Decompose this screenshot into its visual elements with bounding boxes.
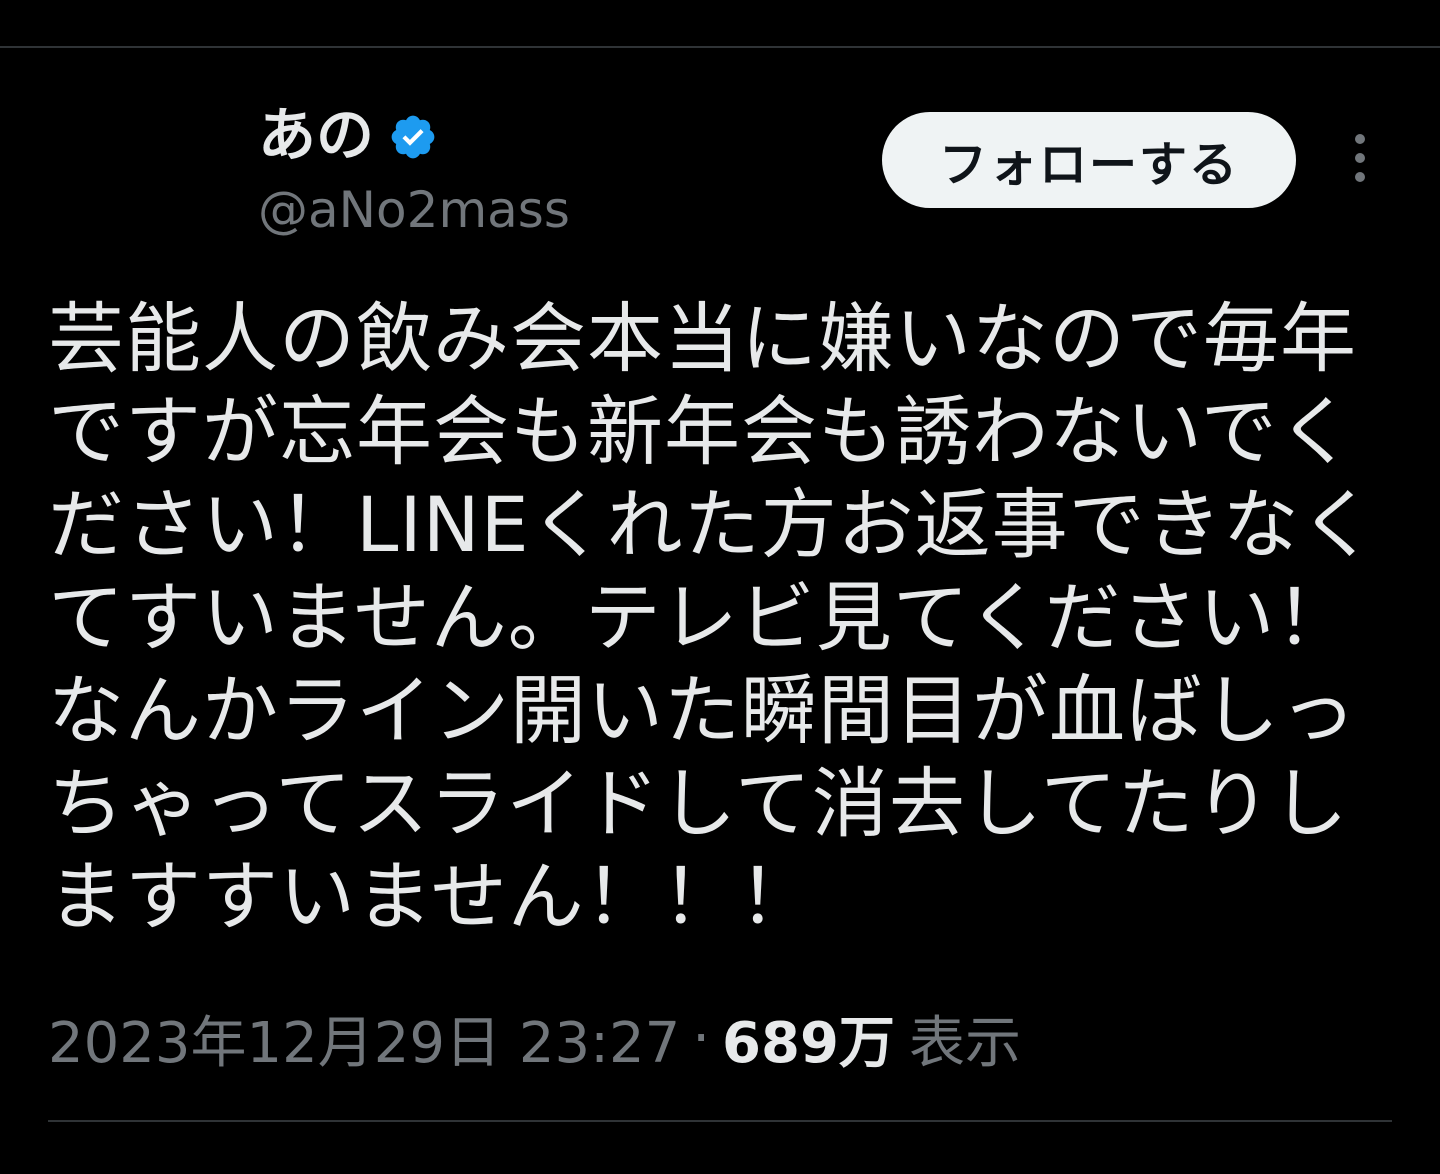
- tweet-timestamp[interactable]: 2023年12月29日 23:27: [48, 998, 680, 1079]
- meta-separator: ·: [692, 1005, 711, 1071]
- top-divider: [0, 46, 1440, 48]
- tweet-text: 芸能人の飲み会本当に嫌いなので毎年ですが忘年会も新年会も誘わないでください！LI…: [48, 294, 1377, 941]
- more-vertical-icon: [1353, 133, 1367, 187]
- more-options-button[interactable]: [1335, 130, 1385, 190]
- avatar[interactable]: [48, 108, 228, 248]
- display-name[interactable]: あの: [258, 106, 374, 164]
- user-handle[interactable]: @aNo2mass: [258, 180, 570, 240]
- user-display-name-row[interactable]: あの: [258, 100, 438, 170]
- bottom-divider: [48, 1120, 1392, 1122]
- verified-badge-icon[interactable]: [388, 112, 438, 162]
- views-count: 689万: [722, 1010, 895, 1076]
- views-label: 表示: [908, 1010, 1021, 1076]
- follow-button[interactable]: フォローする: [882, 112, 1296, 208]
- tweet-meta: 2023年12月29日 23:27 · 689万 表示: [48, 1000, 1021, 1076]
